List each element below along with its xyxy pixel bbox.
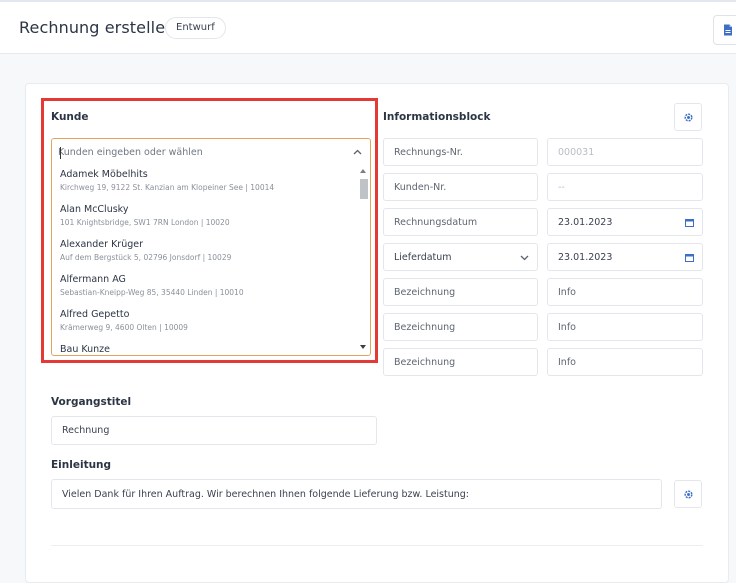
invoice-number-value: 000031 bbox=[558, 147, 595, 158]
info-field[interactable]: Info bbox=[547, 313, 703, 341]
delivery-date-type-select[interactable]: Lieferdatum bbox=[383, 243, 538, 271]
title-input[interactable]: Rechnung bbox=[51, 416, 377, 445]
customer-number-label-field[interactable]: Kunden-Nr. bbox=[383, 173, 538, 201]
designation-label: Bezeichnung bbox=[394, 357, 456, 368]
title-section-label: Vorgangstitel bbox=[51, 396, 132, 408]
info-block-settings-button[interactable] bbox=[674, 103, 702, 131]
designation-field[interactable]: Bezeichnung bbox=[383, 348, 538, 376]
delivery-date-label: Lieferdatum bbox=[394, 252, 452, 263]
document-icon bbox=[724, 24, 732, 36]
invoice-date-field[interactable]: 23.01.2023 bbox=[547, 208, 703, 236]
info-block-label: Informationsblock bbox=[383, 111, 491, 123]
invoice-number-label: Rechnungs-Nr. bbox=[394, 147, 463, 158]
invoice-number-field[interactable]: 000031 bbox=[547, 138, 703, 166]
intro-value: Vielen Dank für Ihren Auftrag. Wir berec… bbox=[62, 489, 470, 500]
highlight-frame bbox=[41, 98, 378, 363]
designation-label: Bezeichnung bbox=[394, 287, 456, 298]
info-value: Info bbox=[558, 322, 576, 333]
gear-icon bbox=[684, 490, 693, 499]
info-value: Info bbox=[558, 287, 576, 298]
page-header: Rechnung erstellen Entwurf bbox=[0, 2, 736, 54]
gear-icon bbox=[684, 113, 693, 122]
info-value: Info bbox=[558, 357, 576, 368]
info-field[interactable]: Info bbox=[547, 348, 703, 376]
designation-field[interactable]: Bezeichnung bbox=[383, 278, 538, 306]
title-value: Rechnung bbox=[62, 425, 110, 436]
chevron-down-icon bbox=[520, 255, 529, 261]
calendar-icon[interactable] bbox=[685, 218, 694, 227]
customer-number-label: Kunden-Nr. bbox=[394, 182, 447, 193]
info-field[interactable]: Info bbox=[547, 278, 703, 306]
intro-textarea[interactable]: Vielen Dank für Ihren Auftrag. Wir berec… bbox=[51, 479, 662, 509]
designation-field[interactable]: Bezeichnung bbox=[383, 313, 538, 341]
delivery-date-field[interactable]: 23.01.2023 bbox=[547, 243, 703, 271]
customer-number-field[interactable]: -- bbox=[547, 173, 703, 201]
calendar-icon[interactable] bbox=[685, 253, 694, 262]
intro-section-label: Einleitung bbox=[51, 459, 112, 471]
section-divider bbox=[51, 545, 703, 546]
customer-number-value: -- bbox=[558, 182, 565, 193]
document-button[interactable] bbox=[713, 15, 736, 45]
invoice-date-label-field[interactable]: Rechnungsdatum bbox=[383, 208, 538, 236]
invoice-number-label-field[interactable]: Rechnungs-Nr. bbox=[383, 138, 538, 166]
intro-settings-button[interactable] bbox=[674, 480, 702, 508]
invoice-date-value: 23.01.2023 bbox=[558, 217, 613, 228]
designation-label: Bezeichnung bbox=[394, 322, 456, 333]
page-title: Rechnung erstellen bbox=[19, 18, 176, 37]
status-badge: Entwurf bbox=[165, 17, 226, 39]
invoice-date-label: Rechnungsdatum bbox=[394, 217, 478, 228]
delivery-date-value: 23.01.2023 bbox=[558, 252, 613, 263]
